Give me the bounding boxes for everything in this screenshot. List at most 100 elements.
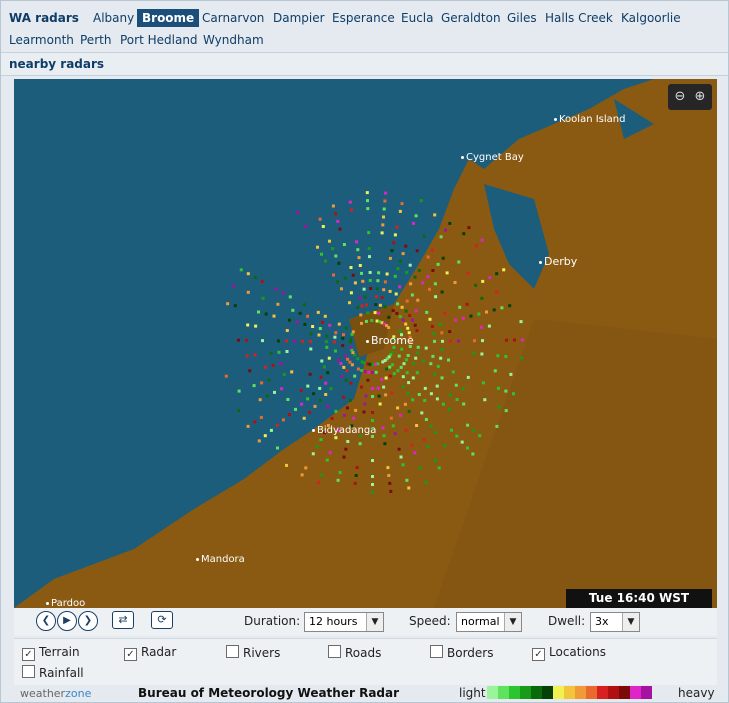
rainfall-legend	[487, 686, 652, 699]
terrain-checkbox[interactable]: ✓	[22, 648, 35, 661]
rain-echo	[466, 375, 470, 379]
locations-checkbox[interactable]: ✓	[532, 648, 545, 661]
rain-echo	[365, 191, 369, 195]
rain-echo	[325, 340, 328, 344]
rivers-checkbox[interactable]	[226, 645, 239, 658]
layer-rivers[interactable]: Rivers	[226, 645, 280, 660]
rain-echo	[263, 434, 267, 438]
rain-echo	[471, 452, 475, 456]
roads-checkbox[interactable]	[328, 645, 341, 658]
radar-link-halls-creek[interactable]: Halls Creek	[545, 11, 613, 25]
rain-echo	[433, 372, 437, 376]
rain-echo	[413, 275, 417, 279]
rain-echo	[398, 209, 402, 213]
rain-echo	[383, 280, 387, 284]
radar-link-wyndham[interactable]: Wyndham	[203, 33, 264, 47]
radar-link-esperance[interactable]: Esperance	[332, 11, 395, 25]
layer-locations[interactable]: ✓ Locations	[532, 645, 606, 661]
radar-link-dampier[interactable]: Dampier	[273, 11, 325, 25]
rain-echo	[512, 392, 515, 396]
rain-echo	[410, 443, 414, 447]
rain-echo	[363, 295, 367, 299]
radar-link-geraldton[interactable]: Geraldton	[441, 11, 501, 25]
rain-echo	[277, 350, 281, 354]
weatherzone-logo[interactable]: weatherzone	[20, 687, 91, 700]
rain-echo	[367, 370, 371, 374]
play-icon[interactable]: ▶	[57, 611, 77, 631]
rain-echo	[406, 354, 410, 357]
layer-roads[interactable]: Roads	[328, 645, 381, 660]
rain-echo	[382, 434, 386, 438]
region-title: WA radars	[9, 11, 79, 25]
radar-link-port-hedland[interactable]: Port Hedland	[120, 33, 198, 47]
radar-link-learmonth[interactable]: Learmonth	[9, 33, 74, 47]
radar-link-perth[interactable]: Perth	[80, 33, 111, 47]
rain-echo	[417, 393, 421, 396]
zoom-out-icon[interactable]: ⊖	[671, 88, 689, 106]
refresh-icon[interactable]: ⟳	[151, 611, 173, 629]
layer-terrain[interactable]: ✓ Terrain	[22, 645, 80, 661]
rain-echo	[349, 337, 353, 341]
rain-echo	[376, 362, 380, 366]
duration-select[interactable]: 12 hours ▼	[304, 612, 384, 632]
rain-echo	[391, 309, 395, 313]
place-mandora: Mandora	[196, 554, 245, 565]
zoom-in-icon[interactable]: ⊕	[691, 88, 709, 106]
rain-echo	[287, 318, 291, 322]
layer-borders[interactable]: Borders	[430, 645, 493, 660]
borders-checkbox[interactable]	[430, 645, 443, 658]
speed-select[interactable]: normal ▼	[456, 612, 522, 632]
rain-echo	[349, 381, 353, 385]
radar-link-albany[interactable]: Albany	[93, 11, 134, 25]
rain-echo	[378, 402, 382, 406]
rain-echo	[383, 442, 387, 446]
radar-link-kalgoorlie[interactable]: Kalgoorlie	[621, 11, 681, 25]
rain-echo	[504, 389, 508, 393]
rain-echo	[280, 387, 284, 391]
radar-checkbox[interactable]: ✓	[124, 648, 137, 661]
dwell-select[interactable]: 3x ▼	[590, 612, 640, 632]
rain-echo	[291, 308, 295, 312]
swap-icon[interactable]: ⇄	[112, 611, 134, 629]
rain-echo	[388, 481, 392, 485]
place-broome: Broome	[366, 334, 414, 347]
rain-echo	[521, 338, 524, 342]
rain-echo	[384, 393, 388, 397]
rain-echo	[309, 339, 312, 343]
chevron-down-icon: ▼	[366, 613, 383, 631]
rain-echo	[397, 354, 401, 358]
rain-echo	[333, 335, 337, 339]
rain-echo	[349, 266, 353, 269]
radar-link-broome[interactable]: Broome	[137, 9, 200, 27]
rain-echo	[492, 308, 496, 312]
rain-echo	[462, 402, 466, 406]
rain-echo	[364, 319, 368, 323]
next-icon[interactable]: ❯	[78, 611, 98, 631]
rain-echo	[371, 419, 374, 422]
rain-echo	[320, 359, 324, 363]
layer-radar[interactable]: ✓ Radar	[124, 645, 176, 661]
rain-echo	[355, 466, 359, 470]
legend-swatch	[641, 686, 652, 699]
previous-icon[interactable]: ❮	[36, 611, 56, 631]
rain-echo	[400, 305, 404, 309]
radar-map[interactable]: ⊖ ⊕ Koolan Island Cygnet Bay Derby Broom…	[14, 79, 717, 608]
layer-rainfall[interactable]: Rainfall	[22, 665, 84, 680]
rainfall-checkbox[interactable]	[22, 665, 35, 678]
rain-echo	[233, 304, 237, 308]
radar-link-carnarvon[interactable]: Carnarvon	[202, 11, 264, 25]
nearby-radars-link[interactable]: nearby radars	[9, 57, 104, 71]
rain-echo	[380, 231, 384, 235]
rain-echo	[336, 478, 340, 482]
rain-echo	[424, 346, 428, 350]
rain-echo	[520, 356, 524, 360]
rain-echo	[504, 355, 508, 358]
radar-link-eucla[interactable]: Eucla	[401, 11, 433, 25]
duration-value: 12 hours	[309, 615, 358, 628]
rain-echo	[455, 434, 459, 438]
rain-echo	[330, 416, 334, 420]
rain-echo	[325, 345, 329, 349]
radar-link-giles[interactable]: Giles	[507, 11, 537, 25]
rain-echo	[415, 371, 419, 375]
rain-echo	[488, 276, 492, 279]
